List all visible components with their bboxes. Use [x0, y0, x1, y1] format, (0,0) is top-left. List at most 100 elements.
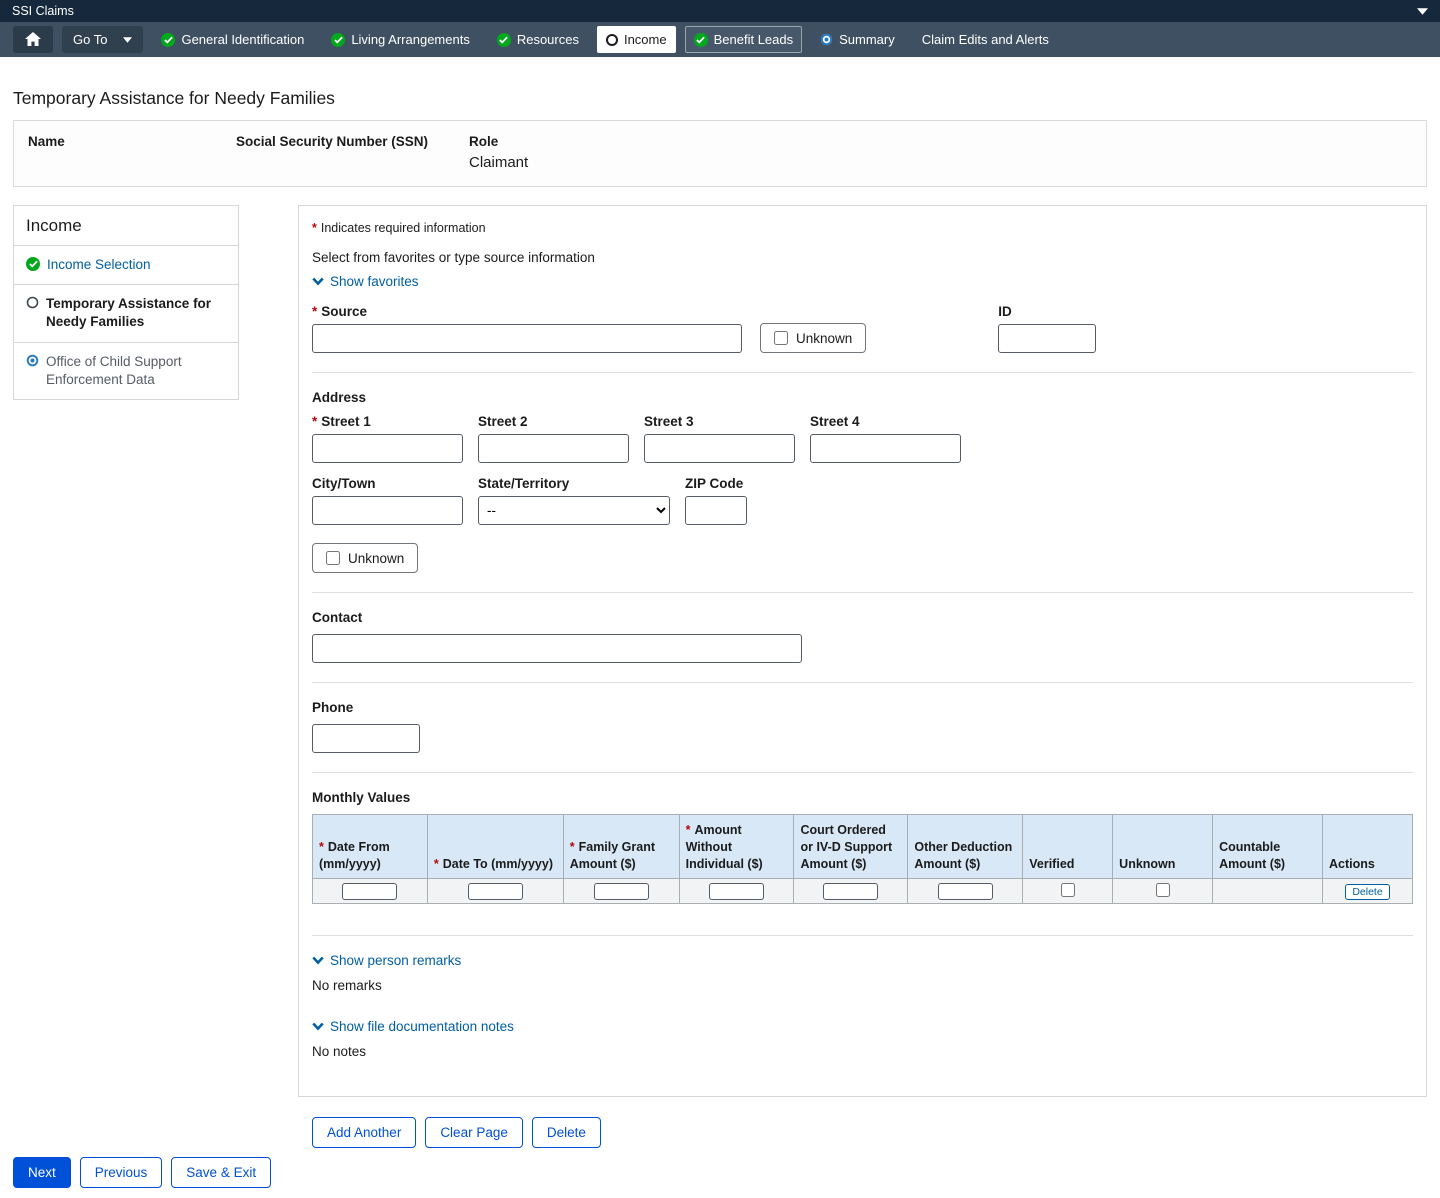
- sidebar-item-income-selection[interactable]: Income Selection: [14, 245, 238, 284]
- footer-actions: Next Previous Save & Exit: [13, 1157, 1427, 1188]
- amount-without-individual-input[interactable]: [709, 883, 764, 900]
- street1-input[interactable]: [312, 434, 463, 463]
- tab-general-identification[interactable]: General Identification: [152, 26, 313, 53]
- favorites-hint: Select from favorites or type source inf…: [312, 250, 1413, 265]
- tab-label: General Identification: [181, 32, 304, 47]
- source-label: *Source: [312, 304, 742, 319]
- show-file-documentation-notes-link[interactable]: Show file documentation notes: [312, 1019, 514, 1034]
- source-unknown-box[interactable]: Unknown: [760, 323, 866, 353]
- col-unknown: Unknown: [1113, 815, 1213, 879]
- show-favorites-link[interactable]: Show favorites: [312, 274, 419, 289]
- sidebar-item-tanf[interactable]: Temporary Assistance for Needy Families: [14, 284, 238, 341]
- previous-button[interactable]: Previous: [80, 1157, 163, 1188]
- col-court-ordered: Court Ordered or IV-D Support Amount ($): [794, 815, 908, 879]
- col-date-from: *Date From (mm/yyyy): [313, 815, 428, 879]
- court-ordered-amount-input[interactable]: [823, 883, 878, 900]
- sidebar-item-label: Temporary Assistance for Needy Families: [46, 295, 226, 331]
- unknown-label: Unknown: [796, 331, 852, 346]
- notes-text: No notes: [312, 1044, 1413, 1059]
- sidebar-title: Income: [14, 206, 238, 245]
- street4-label: Street 4: [810, 414, 961, 429]
- name-label: Name: [28, 134, 236, 149]
- radio-unselected-icon: [26, 296, 39, 309]
- address-unknown-box[interactable]: Unknown: [312, 543, 418, 573]
- tab-income[interactable]: Income: [597, 26, 676, 53]
- role-label: Role: [469, 134, 528, 149]
- check-complete-icon: [331, 33, 345, 47]
- check-complete-icon: [694, 33, 708, 47]
- source-unknown-checkbox[interactable]: [774, 331, 788, 345]
- top-bar: SSI Claims: [0, 0, 1440, 22]
- col-amount-without: *Amount Without Individual ($): [679, 815, 794, 879]
- family-grant-amount-input[interactable]: [594, 883, 649, 900]
- sidebar-item-ocse-data[interactable]: Office of Child Support Enforcement Data: [14, 342, 238, 399]
- delete-button[interactable]: Delete: [532, 1117, 601, 1148]
- verified-checkbox[interactable]: [1061, 883, 1075, 897]
- goto-dropdown[interactable]: Go To: [62, 26, 143, 53]
- col-verified: Verified: [1023, 815, 1113, 879]
- app-title: SSI Claims: [12, 4, 74, 18]
- tab-living-arrangements[interactable]: Living Arrangements: [322, 26, 479, 53]
- tab-label: Living Arrangements: [351, 32, 470, 47]
- id-input[interactable]: [998, 324, 1096, 353]
- tab-label: Income: [624, 32, 667, 47]
- income-sidebar: Income Income Selection Temporary Assist…: [13, 205, 239, 400]
- street2-input[interactable]: [478, 434, 629, 463]
- clear-page-button[interactable]: Clear Page: [425, 1117, 523, 1148]
- phone-input[interactable]: [312, 724, 420, 753]
- monthly-values-heading: Monthly Values: [312, 790, 1413, 805]
- table-header-row: *Date From (mm/yyyy) *Date To (mm/yyyy) …: [313, 815, 1413, 879]
- required-note: *Indicates required information: [312, 221, 1413, 235]
- street3-label: Street 3: [644, 414, 795, 429]
- person-ssn-column: Social Security Number (SSN): [236, 134, 469, 171]
- person-banner: Name Social Security Number (SSN) Role C…: [13, 120, 1427, 187]
- add-another-button[interactable]: Add Another: [312, 1117, 416, 1148]
- divider: [312, 682, 1413, 683]
- radio-selected-blue-icon: [26, 354, 39, 367]
- primary-nav: Go To General Identification Living Arra…: [0, 22, 1440, 57]
- col-family-grant: *Family Grant Amount ($): [563, 815, 679, 879]
- home-button[interactable]: [13, 26, 53, 53]
- tab-resources[interactable]: Resources: [488, 26, 588, 53]
- address-heading: Address: [312, 390, 1413, 405]
- date-to-input[interactable]: [468, 883, 523, 900]
- contact-input[interactable]: [312, 634, 802, 663]
- zip-input[interactable]: [685, 496, 747, 525]
- chevron-down-icon: [312, 956, 324, 965]
- state-select[interactable]: --: [478, 496, 670, 525]
- show-person-remarks-link[interactable]: Show person remarks: [312, 953, 461, 968]
- check-complete-icon: [497, 33, 511, 47]
- tab-label: Benefit Leads: [714, 32, 794, 47]
- unknown-checkbox[interactable]: [1156, 883, 1170, 897]
- sidebar-item-label: Office of Child Support Enforcement Data: [46, 353, 226, 389]
- home-icon: [25, 32, 41, 47]
- col-other-deduction: Other Deduction Amount ($): [908, 815, 1023, 879]
- topbar-caret-down-icon[interactable]: [1417, 8, 1428, 15]
- role-value: Claimant: [469, 154, 528, 171]
- other-deduction-amount-input[interactable]: [938, 883, 993, 900]
- page-actions: Add Another Clear Page Delete: [312, 1117, 1427, 1148]
- col-actions: Actions: [1323, 815, 1413, 879]
- next-button[interactable]: Next: [13, 1157, 71, 1188]
- source-input[interactable]: [312, 324, 742, 353]
- check-complete-icon: [161, 33, 175, 47]
- date-from-input[interactable]: [342, 883, 397, 900]
- city-input[interactable]: [312, 496, 463, 525]
- street4-input[interactable]: [810, 434, 961, 463]
- address-unknown-checkbox[interactable]: [326, 551, 340, 565]
- street1-label: *Street 1: [312, 414, 463, 429]
- tab-claim-edits-and-alerts[interactable]: Claim Edits and Alerts: [913, 26, 1058, 53]
- check-complete-icon: [26, 257, 40, 271]
- required-asterisk: *: [312, 221, 317, 235]
- tab-benefit-leads[interactable]: Benefit Leads: [685, 26, 803, 53]
- save-exit-button[interactable]: Save & Exit: [171, 1157, 271, 1188]
- id-label: ID: [998, 304, 1096, 319]
- source-section: *Source Unknown ID: [312, 304, 1413, 353]
- row-delete-button[interactable]: Delete: [1345, 884, 1389, 900]
- countable-amount-cell: [1213, 879, 1323, 904]
- street3-input[interactable]: [644, 434, 795, 463]
- tab-summary[interactable]: Summary: [811, 26, 904, 53]
- goto-label: Go To: [73, 32, 107, 47]
- divider: [312, 772, 1413, 773]
- sidebar-item-label: Income Selection: [47, 256, 151, 274]
